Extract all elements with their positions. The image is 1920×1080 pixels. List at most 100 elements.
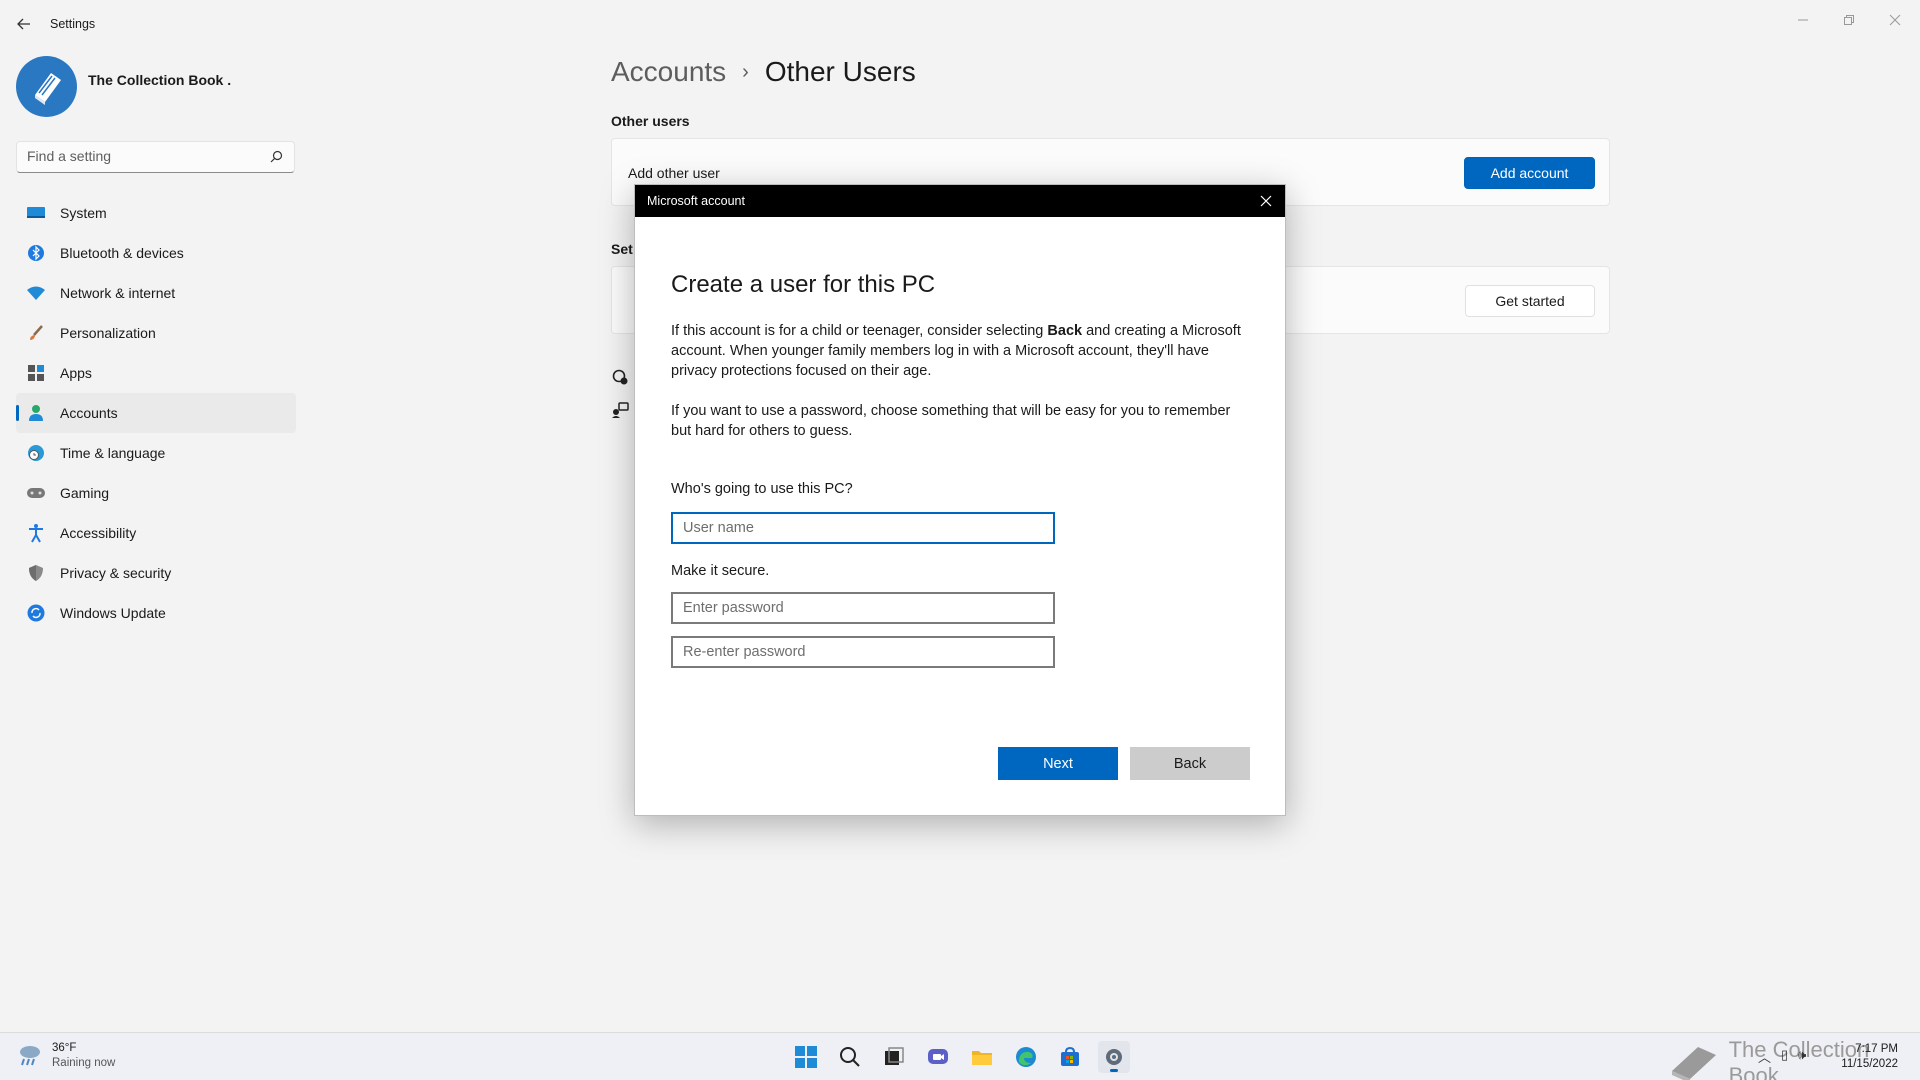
store-icon [1061, 1046, 1079, 1066]
file-explorer-button[interactable] [966, 1041, 998, 1073]
sidebar-item-personalization[interactable]: Personalization [16, 313, 296, 353]
task-view-icon [885, 1047, 904, 1065]
sidebar-item-label: Privacy & security [60, 565, 172, 581]
password-field[interactable] [671, 592, 1055, 624]
child-account-info-text: If this account is for a child or teenag… [671, 321, 1251, 381]
search-input[interactable] [27, 148, 257, 164]
search-icon [270, 150, 283, 163]
sidebar-item-accounts[interactable]: Accounts [16, 393, 296, 433]
book-watermark-icon [1672, 1047, 1716, 1080]
chevron-up-icon[interactable]: ︿ [1758, 1047, 1771, 1066]
search-setting-box[interactable] [16, 141, 295, 173]
reenter-password-input[interactable] [673, 638, 1053, 666]
weather-temp: 36°F [52, 1042, 77, 1054]
minimize-button[interactable] [1780, 6, 1826, 34]
sidebar-item-label: Accounts [60, 405, 118, 421]
sidebar-item-label: Network & internet [60, 285, 176, 301]
wifi-icon [26, 283, 46, 303]
windows-start-button[interactable] [790, 1041, 822, 1073]
section-title-other-users: Other users [611, 113, 690, 129]
globe-clock-icon [26, 443, 46, 463]
shield-icon [26, 563, 46, 583]
info-text-bold: Back [1047, 323, 1083, 339]
taskbar-search-button[interactable] [834, 1041, 866, 1073]
accessibility-icon [26, 523, 46, 543]
back-arrow-button[interactable] [12, 12, 36, 36]
profile-name: The Collection Book . [88, 72, 232, 88]
sidebar-item-network[interactable]: Network & internet [16, 273, 296, 313]
get-started-button[interactable]: Get started [1465, 285, 1595, 317]
person-icon [26, 403, 46, 423]
sidebar-item-gaming[interactable]: Gaming [16, 473, 296, 513]
back-arrow-icon [17, 18, 30, 30]
info-text-part: If this account is for a child or teenag… [671, 323, 1048, 339]
dialog-title: Microsoft account [647, 194, 745, 208]
weather-widget[interactable]: 36°F Raining now [16, 1041, 115, 1071]
minimize-icon [1798, 19, 1808, 21]
sidebar-item-windows-update[interactable]: Windows Update [16, 593, 296, 633]
apps-icon [26, 363, 46, 383]
sidebar-nav: System Bluetooth & devices Network & int… [16, 193, 296, 633]
add-other-user-label: Add other user [628, 165, 720, 181]
clock-time: 7:17 PM [1855, 1043, 1898, 1055]
sidebar-item-system[interactable]: System [16, 193, 296, 233]
task-view-button[interactable] [878, 1041, 910, 1073]
microsoft-account-dialog: Microsoft account Create a user for this… [634, 184, 1286, 816]
dialog-close-button[interactable] [1257, 192, 1275, 210]
dialog-heading: Create a user for this PC [671, 271, 936, 298]
clock[interactable]: 7:17 PM 11/15/2022 [1841, 1042, 1898, 1072]
sidebar-item-privacy[interactable]: Privacy & security [16, 553, 296, 593]
back-button[interactable]: Back [1130, 747, 1250, 780]
volume-icon[interactable]: 🕪 [1798, 1047, 1806, 1066]
system-tray[interactable]: ︿ ▯ 🕪 [1758, 1047, 1806, 1066]
close-icon [1260, 195, 1272, 207]
brush-icon [26, 323, 46, 343]
sidebar-item-accessibility[interactable]: Accessibility [16, 513, 296, 553]
sidebar-item-bluetooth[interactable]: Bluetooth & devices [16, 233, 296, 273]
breadcrumb-parent[interactable]: Accounts [611, 56, 726, 88]
battery-icon[interactable]: ▯ [1781, 1047, 1788, 1066]
breadcrumb: Accounts › Other Users [611, 56, 916, 88]
sidebar-item-label: Apps [60, 365, 92, 381]
add-account-button[interactable]: Add account [1464, 157, 1595, 189]
give-feedback-link-icon[interactable] [611, 401, 631, 421]
weather-text: 36°F Raining now [52, 1041, 115, 1071]
settings-taskbar-button[interactable] [1098, 1041, 1130, 1073]
reenter-password-field[interactable] [671, 636, 1055, 668]
edge-button[interactable] [1010, 1041, 1042, 1073]
app-title: Settings [50, 17, 96, 31]
restore-icon [1844, 15, 1854, 25]
avatar[interactable] [16, 56, 77, 117]
weather-desc: Raining now [52, 1057, 116, 1069]
sidebar-item-label: Personalization [60, 325, 156, 341]
get-help-link-icon[interactable] [611, 368, 631, 388]
title-bar: Settings [0, 0, 1920, 48]
clock-date: 11/15/2022 [1841, 1058, 1898, 1070]
sidebar-item-apps[interactable]: Apps [16, 353, 296, 393]
sidebar-item-time-language[interactable]: Time & language [16, 433, 296, 473]
username-field[interactable] [671, 512, 1055, 544]
password-input[interactable] [673, 594, 1053, 622]
close-window-button[interactable] [1872, 6, 1918, 34]
file-explorer-icon [972, 1051, 992, 1065]
update-icon [26, 603, 46, 623]
dialog-body: Create a user for this PC If this accoun… [671, 271, 1251, 441]
windows-start-icon [795, 1046, 817, 1068]
sidebar-item-label: Bluetooth & devices [60, 245, 184, 261]
section-title-setup: Set [611, 241, 633, 257]
who-label: Who's going to use this PC? [671, 481, 853, 497]
chat-button[interactable] [922, 1041, 954, 1073]
sidebar-item-label: Windows Update [60, 605, 166, 621]
close-icon [1889, 14, 1901, 26]
next-button[interactable]: Next [998, 747, 1118, 780]
restore-button[interactable] [1826, 6, 1872, 34]
sidebar-item-label: Gaming [60, 485, 110, 501]
settings-icon [1106, 1049, 1122, 1065]
dialog-title-bar: Microsoft account [635, 185, 1285, 217]
chat-icon [928, 1049, 948, 1064]
username-input[interactable] [673, 514, 1053, 542]
taskbar: 36°F Raining now The Collection Book ︿ ▯… [0, 1032, 1920, 1080]
rain-cloud-icon [20, 1046, 40, 1066]
store-button[interactable] [1054, 1041, 1086, 1073]
sidebar-item-label: System [60, 205, 107, 221]
